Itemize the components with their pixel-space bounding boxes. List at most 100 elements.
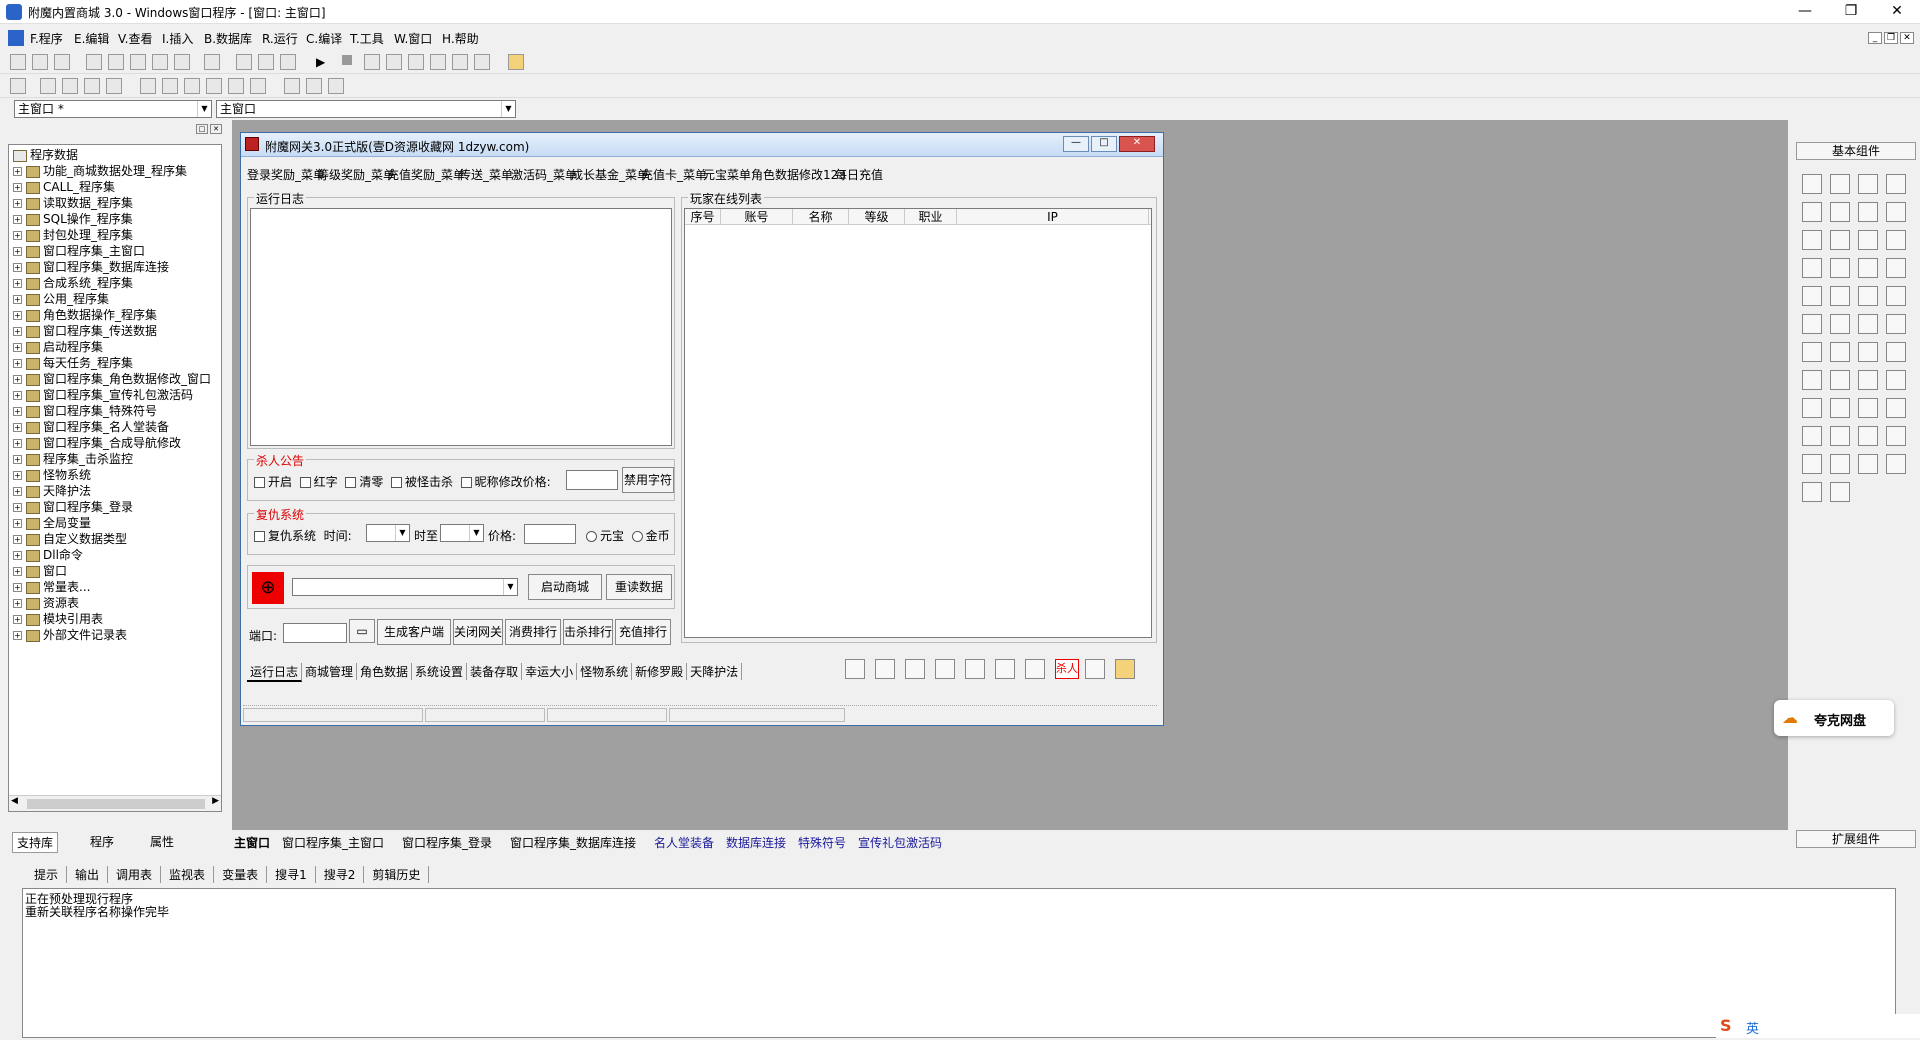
expand-icon[interactable]: + bbox=[13, 615, 22, 624]
panel-close-icon[interactable]: ✕ bbox=[210, 124, 222, 134]
tree-item[interactable]: + 合成系统_程序集 bbox=[13, 275, 133, 291]
component-icon[interactable] bbox=[1830, 454, 1850, 474]
expand-icon[interactable]: + bbox=[13, 471, 22, 480]
tree-item[interactable]: + 角色数据操作_程序集 bbox=[13, 307, 157, 323]
red-text-checkbox[interactable] bbox=[299, 477, 311, 488]
menu-window[interactable]: W.窗口 bbox=[394, 30, 432, 47]
tree-item[interactable]: + 怪物系统 bbox=[13, 467, 91, 483]
maximize-button[interactable]: ❐ bbox=[1828, 0, 1874, 24]
scroll-right-icon[interactable]: ▶ bbox=[212, 796, 219, 806]
component-icon[interactable] bbox=[1830, 482, 1850, 502]
menu-program[interactable]: F.程序 bbox=[30, 30, 63, 47]
nickname-price-input[interactable] bbox=[566, 470, 618, 490]
form-tab[interactable]: 新修罗殿 bbox=[632, 663, 688, 680]
expand-icon[interactable]: + bbox=[13, 231, 22, 240]
find-icon[interactable] bbox=[204, 54, 220, 70]
layout2-icon[interactable] bbox=[258, 54, 274, 70]
time-start-select[interactable]: ▼ bbox=[366, 524, 410, 542]
tab-support-library[interactable]: 支持库 bbox=[12, 832, 59, 853]
expand-icon[interactable]: + bbox=[13, 263, 22, 272]
tree-item[interactable]: + 读取数据_程序集 bbox=[13, 195, 133, 211]
step-over-icon[interactable] bbox=[386, 54, 402, 70]
horizontal-scrollbar[interactable]: ◀ ▶ bbox=[9, 795, 221, 811]
expand-icon[interactable]: + bbox=[13, 583, 22, 592]
grid-icon[interactable] bbox=[10, 78, 26, 94]
document-tab[interactable]: 窗口程序集_数据库连接 bbox=[510, 834, 636, 851]
component-icon[interactable] bbox=[1858, 230, 1878, 250]
tree-item[interactable]: + 常量表... bbox=[13, 579, 90, 595]
form-tab[interactable]: 系统设置 bbox=[412, 663, 468, 680]
form-tab[interactable]: 角色数据 bbox=[357, 663, 413, 680]
component-icon[interactable] bbox=[1802, 342, 1822, 362]
form-menu-item[interactable]: 每日充值 bbox=[835, 166, 883, 183]
component-icon[interactable] bbox=[1802, 454, 1822, 474]
toggle-breakpoint-icon[interactable] bbox=[452, 54, 468, 70]
component-icon[interactable] bbox=[1886, 314, 1906, 334]
document-tab[interactable]: 宣传礼包激活码 bbox=[858, 834, 942, 851]
expand-icon[interactable]: + bbox=[13, 247, 22, 256]
action-button[interactable]: 充值排行 bbox=[615, 619, 671, 645]
component-icon[interactable] bbox=[1858, 426, 1878, 446]
event-combo[interactable]: 主窗口 ▼ bbox=[216, 100, 516, 118]
odbc-icon[interactable] bbox=[845, 659, 865, 679]
component-icon[interactable] bbox=[1886, 454, 1906, 474]
output-tab[interactable]: 提示 bbox=[26, 866, 68, 883]
action-button[interactable]: 关闭网关 bbox=[453, 619, 503, 645]
tree-item[interactable]: + 功能_商城数据处理_程序集 bbox=[13, 163, 187, 179]
revenge-price-input[interactable] bbox=[524, 524, 576, 544]
tree-item[interactable]: + 启动程序集 bbox=[13, 339, 103, 355]
form-menu-item[interactable]: 激活码_菜单 bbox=[511, 166, 577, 183]
component-icon[interactable] bbox=[1858, 174, 1878, 194]
output-tab[interactable]: 搜寻2 bbox=[316, 866, 365, 883]
component-icon[interactable] bbox=[1858, 258, 1878, 278]
center-h-icon[interactable] bbox=[284, 78, 300, 94]
component-icon[interactable] bbox=[1858, 286, 1878, 306]
component-icon[interactable] bbox=[1830, 230, 1850, 250]
mdi-minimize-button[interactable]: _ bbox=[1868, 32, 1882, 44]
expand-icon[interactable]: + bbox=[13, 567, 22, 576]
expand-icon[interactable]: + bbox=[13, 519, 22, 528]
yuanbao-radio[interactable] bbox=[586, 531, 597, 542]
tree-item[interactable]: + 每天任务_程序集 bbox=[13, 355, 133, 371]
expand-icon[interactable]: + bbox=[13, 631, 22, 640]
step-into-icon[interactable] bbox=[364, 54, 380, 70]
killed-by-monster-checkbox[interactable] bbox=[390, 477, 402, 488]
tree-item[interactable]: + 窗口程序集_角色数据修改_窗口 bbox=[13, 371, 211, 387]
step-out-icon[interactable] bbox=[408, 54, 424, 70]
form-close-button[interactable]: ✕ bbox=[1119, 136, 1155, 152]
menu-database[interactable]: B.数据库 bbox=[204, 30, 252, 47]
tab-properties[interactable]: 属性 bbox=[146, 832, 178, 851]
component-icon[interactable] bbox=[1886, 342, 1906, 362]
copy-icon[interactable] bbox=[108, 54, 124, 70]
expand-icon[interactable]: + bbox=[13, 503, 22, 512]
component-icon[interactable] bbox=[1886, 370, 1906, 390]
expand-icon[interactable]: + bbox=[13, 423, 22, 432]
component-icon[interactable] bbox=[1858, 202, 1878, 222]
output-tab[interactable]: 剪辑历史 bbox=[364, 866, 430, 883]
hand-icon[interactable] bbox=[474, 54, 490, 70]
column-header[interactable]: 序号 bbox=[685, 209, 721, 225]
component-icon[interactable] bbox=[1858, 342, 1878, 362]
port-input[interactable] bbox=[283, 623, 347, 643]
component-icon[interactable] bbox=[1886, 286, 1906, 306]
component-icon[interactable] bbox=[1830, 174, 1850, 194]
expand-icon[interactable]: + bbox=[13, 343, 22, 352]
tree-item[interactable]: + 窗口程序集_登录 bbox=[13, 499, 133, 515]
form-menu-item[interactable]: 角色数据修改123 bbox=[751, 166, 846, 183]
component-icon[interactable] bbox=[1886, 202, 1906, 222]
tree-item[interactable]: + 窗口程序集_主窗口 bbox=[13, 243, 145, 259]
component-icon[interactable] bbox=[1858, 314, 1878, 334]
chevron-down-icon[interactable]: ▼ bbox=[197, 101, 211, 117]
chevron-down-icon[interactable]: ▼ bbox=[395, 525, 409, 541]
action-button[interactable]: 生成客户端 bbox=[377, 619, 451, 645]
quark-netdisk-widget[interactable]: ☁ 夸克网盘 bbox=[1774, 700, 1894, 736]
tree-item[interactable]: + 窗口程序集_传送数据 bbox=[13, 323, 157, 339]
form-tab[interactable]: 怪物系统 bbox=[577, 663, 633, 680]
form-tab[interactable]: 装备存取 bbox=[467, 663, 523, 680]
component-icon[interactable] bbox=[1802, 314, 1822, 334]
component-icon[interactable] bbox=[1802, 426, 1822, 446]
menu-edit[interactable]: E.编辑 bbox=[74, 30, 109, 47]
menu-view[interactable]: V.查看 bbox=[118, 30, 152, 47]
panel-restore-icon[interactable]: □ bbox=[196, 124, 208, 134]
component-icon[interactable] bbox=[1802, 482, 1822, 502]
